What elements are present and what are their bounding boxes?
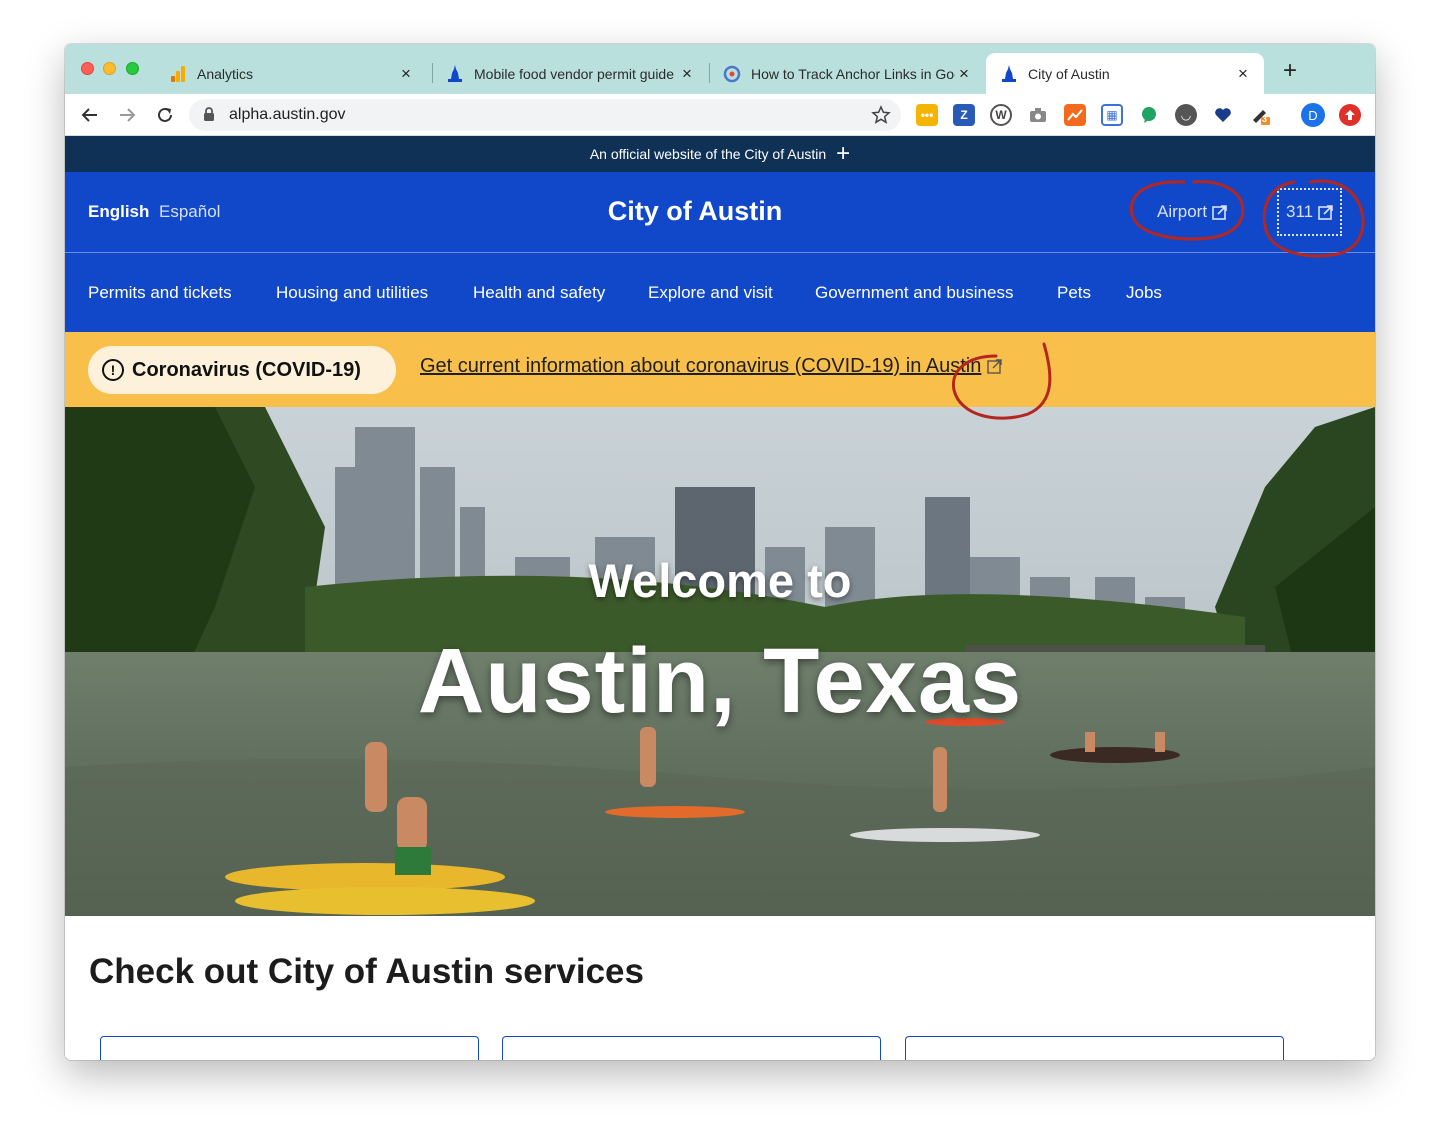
close-tab-icon[interactable]: ×	[955, 64, 973, 83]
nav-jobs[interactable]: Jobs	[1126, 283, 1162, 303]
reload-button[interactable]	[153, 103, 177, 127]
extension-badge: 3	[1262, 114, 1268, 124]
covid-info-link-text: Get current information about coronaviru…	[420, 355, 982, 377]
hero-city-text: Austin, Texas	[417, 630, 1023, 732]
site-header: English Español City of Austin Airport 3…	[65, 172, 1375, 253]
nav-permits-and-tickets[interactable]: Permits and tickets	[88, 283, 232, 303]
maximize-window-button[interactable]	[126, 62, 139, 75]
lock-icon	[203, 107, 215, 127]
capitol-icon	[1000, 64, 1018, 83]
extension-dots-icon[interactable]: •••	[916, 104, 938, 126]
airport-link-label: Airport	[1157, 202, 1208, 221]
covid-info-link[interactable]: Get current information about coronaviru…	[420, 355, 1003, 378]
airport-link[interactable]: Airport	[1157, 202, 1227, 222]
back-button[interactable]	[78, 103, 102, 127]
hero-welcome-text: Welcome to	[588, 554, 852, 607]
close-tab-icon[interactable]: ×	[1234, 64, 1252, 83]
covid-badge-label: Coronavirus (COVID-19)	[132, 358, 361, 381]
nav-housing-and-utilities[interactable]: Housing and utilities	[276, 283, 428, 303]
service-card[interactable]	[100, 1036, 479, 1060]
service-card[interactable]	[905, 1036, 1284, 1060]
browser-toolbar: alpha.austin.gov ••• Z W ▦ ◡ 3 D	[65, 94, 1375, 136]
page-content: An official website of the City of Austi…	[65, 136, 1375, 1060]
official-banner-text: An official website of the City of Austi…	[589, 146, 827, 162]
close-tab-icon[interactable]: ×	[397, 64, 415, 83]
alert-exclamation-icon: !	[102, 359, 124, 381]
extension-owl-icon[interactable]: ◡	[1175, 104, 1197, 126]
tab-title: City of Austin	[1028, 65, 1110, 82]
extension-camera-icon[interactable]	[1027, 104, 1049, 126]
tab-title: Mobile food vendor permit guide	[474, 65, 675, 82]
back-arrow-icon	[81, 108, 97, 122]
threeoneone-link[interactable]: 311	[1277, 188, 1343, 236]
tag-manager-icon	[723, 65, 741, 83]
tab-title: Analytics	[197, 65, 254, 82]
extension-chart-icon[interactable]	[1064, 104, 1086, 126]
forward-button[interactable]	[115, 103, 139, 127]
close-tab-icon[interactable]: ×	[678, 64, 696, 83]
extension-pencil-icon[interactable]: 3	[1249, 104, 1271, 126]
services-heading: Check out City of Austin services	[89, 952, 644, 991]
nav-government-and-business[interactable]: Government and business	[815, 283, 1013, 303]
site-title[interactable]: City of Austin	[65, 196, 1325, 227]
close-window-button[interactable]	[81, 62, 94, 75]
minimize-window-button[interactable]	[103, 62, 116, 75]
extension-zotero-icon[interactable]: Z	[953, 104, 975, 126]
analytics-icon	[169, 65, 187, 83]
hero-banner: Welcome to Austin, Texas	[65, 407, 1375, 916]
tab-food-vendor[interactable]: Mobile food vendor permit guide ×	[432, 53, 708, 94]
external-link-icon	[987, 359, 1003, 374]
extension-update-icon[interactable]	[1339, 104, 1361, 126]
nav-pets[interactable]: Pets	[1057, 283, 1091, 303]
extension-chat-icon[interactable]	[1138, 104, 1160, 126]
tab-analytics[interactable]: Analytics ×	[155, 53, 427, 94]
forward-arrow-icon	[120, 108, 136, 122]
extension-wappalyzer-icon[interactable]: W	[990, 104, 1012, 126]
url-text[interactable]: alpha.austin.gov	[229, 106, 346, 124]
external-link-icon	[1212, 204, 1227, 220]
service-card[interactable]	[502, 1036, 881, 1060]
external-link-icon	[1318, 204, 1333, 220]
reload-icon	[158, 107, 172, 122]
tab-title: How to Track Anchor Links in Google	[751, 65, 955, 82]
tab-strip: Analytics × Mobile food vendor permit gu…	[65, 44, 1375, 94]
nav-health-and-safety[interactable]: Health and safety	[473, 283, 605, 303]
main-navigation: Permits and tickets Housing and utilitie…	[65, 253, 1375, 332]
extension-grid-icon[interactable]: ▦	[1101, 104, 1123, 126]
official-site-banner[interactable]: An official website of the City of Austi…	[65, 136, 1375, 172]
capitol-icon	[446, 64, 464, 83]
profile-avatar[interactable]: D	[1301, 103, 1325, 127]
expand-plus-icon[interactable]: +	[836, 142, 850, 166]
new-tab-button[interactable]: +	[1278, 59, 1302, 84]
threeoneone-link-label: 311	[1286, 202, 1314, 221]
nav-explore-and-visit[interactable]: Explore and visit	[648, 283, 773, 303]
bookmark-star-icon[interactable]	[871, 105, 891, 130]
tab-city-of-austin[interactable]: City of Austin ×	[986, 53, 1264, 94]
extension-heart-icon[interactable]	[1212, 104, 1234, 126]
browser-window: Analytics × Mobile food vendor permit gu…	[65, 44, 1375, 1060]
tab-anchor-links[interactable]: How to Track Anchor Links in Google ×	[709, 53, 985, 94]
covid-badge: ! Coronavirus (COVID-19)	[88, 346, 396, 394]
address-bar[interactable]: alpha.austin.gov	[189, 99, 901, 131]
svg-text:!: !	[111, 362, 116, 378]
covid-alert-bar: ! Coronavirus (COVID-19) Get current inf…	[65, 332, 1375, 407]
